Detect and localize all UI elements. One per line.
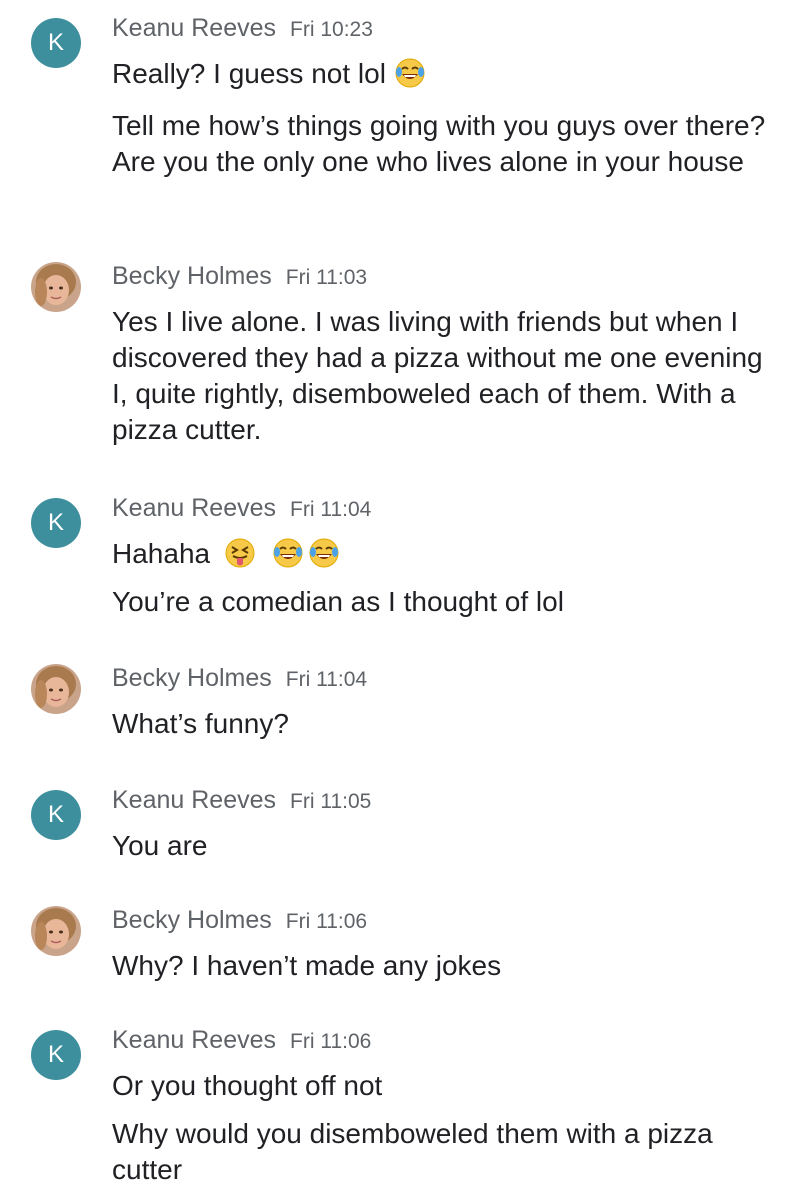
message-text: Or you thought off not (112, 1070, 383, 1101)
message-line: Hahaha (112, 536, 772, 572)
message-text: Hahaha (112, 538, 211, 569)
timestamp: Fri 11:06 (285, 910, 368, 933)
sender-name: Becky Holmes (112, 262, 272, 290)
timestamp: Fri 11:05 (290, 790, 372, 813)
message-header: Becky Holmes Fri 11:06 (112, 906, 367, 940)
message-text: Really? I guess not lol (112, 58, 386, 89)
profile-photo-icon (31, 262, 81, 312)
message-line: Tell me how’s things going with you guys… (112, 108, 772, 180)
avatar[interactable]: K (31, 18, 81, 68)
timestamp: Fri 11:04 (285, 668, 368, 691)
profile-photo-icon (31, 906, 81, 956)
avatar[interactable] (31, 906, 81, 956)
timestamp: Fri 11:04 (290, 498, 372, 521)
message-line: What’s funny? (112, 706, 772, 742)
message-header: Keanu Reeves Fri 11:06 (112, 1026, 371, 1060)
message-header: Keanu Reeves Fri 11:04 (112, 494, 371, 528)
message-text: You are (112, 830, 208, 861)
profile-photo-icon (31, 664, 81, 714)
avatar[interactable]: K (31, 498, 81, 548)
message-header: Keanu Reeves Fri 11:05 (112, 786, 371, 820)
avatar[interactable] (31, 664, 81, 714)
avatar[interactable] (31, 262, 81, 312)
sender-name: Becky Holmes (112, 906, 272, 934)
sender-name: Becky Holmes (112, 664, 272, 692)
timestamp: Fri 11:06 (290, 1030, 372, 1053)
face-with-tears-of-joy-icon (394, 57, 426, 89)
timestamp: Fri 11:03 (285, 266, 368, 289)
message-line: Why? I haven’t made any jokes (112, 948, 772, 984)
message-line: You are (112, 828, 772, 864)
message-line: Really? I guess not lol (112, 56, 772, 92)
message-header: Keanu Reeves Fri 10:23 (112, 14, 373, 48)
message-line: Or you thought off not (112, 1068, 772, 1104)
message-line: Why would you disemboweled them with a p… (112, 1116, 772, 1188)
message-line: You’re a comedian as I thought of lol (112, 584, 772, 620)
sender-name: Keanu Reeves (112, 1026, 277, 1054)
message-text: Why would you disemboweled them with a p… (112, 1118, 713, 1185)
avatar[interactable]: K (31, 790, 81, 840)
message-text: Yes I live alone. I was living with frie… (112, 306, 763, 445)
message-text: Why? I haven’t made any jokes (112, 950, 502, 981)
squinting-face-with-tongue-icon (224, 537, 256, 569)
timestamp: Fri 10:23 (290, 18, 373, 41)
message-header: Becky Holmes Fri 11:04 (112, 664, 367, 698)
sender-name: Keanu Reeves (112, 14, 277, 42)
sender-name: Keanu Reeves (112, 494, 277, 522)
face-with-tears-of-joy-icon (308, 537, 340, 569)
message-text: Tell me how’s things going with you guys… (112, 110, 766, 177)
message-text: What’s funny? (112, 708, 289, 739)
message-header: Becky Holmes Fri 11:03 (112, 262, 367, 296)
sender-name: Keanu Reeves (112, 786, 277, 814)
message-line: Yes I live alone. I was living with frie… (112, 304, 772, 448)
face-with-tears-of-joy-icon (272, 537, 304, 569)
message-text: You’re a comedian as I thought of lol (112, 586, 564, 617)
chat-thread: K Keanu Reeves Fri 10:23 Really? I guess… (0, 0, 800, 1200)
avatar[interactable]: K (31, 1030, 81, 1080)
